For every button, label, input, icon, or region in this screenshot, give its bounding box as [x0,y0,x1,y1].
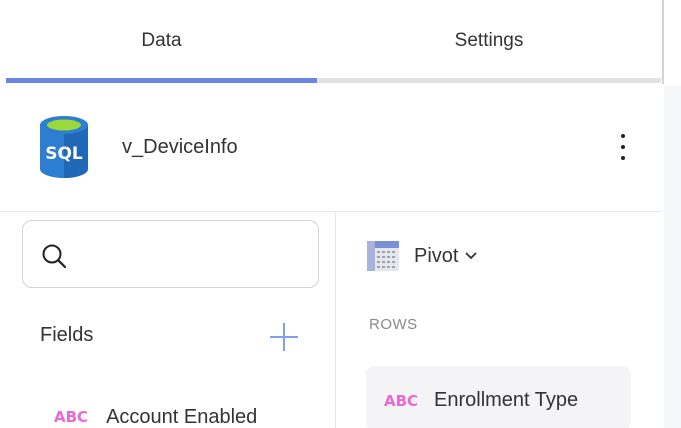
search-icon [42,244,67,269]
section-divider [0,211,662,212]
string-type-badge: ABC [54,408,89,426]
column-divider [335,212,336,428]
tab-settings[interactable]: Settings [317,0,661,84]
string-type-badge: ABC [384,392,419,410]
pivot-label: Pivot [414,244,459,267]
rows-section-label: ROWS [369,316,418,333]
kebab-menu-icon[interactable] [612,132,634,162]
active-tab-indicator [6,78,317,83]
chevron-down-icon [465,252,478,260]
plus-icon[interactable] [268,321,300,353]
tab-bar: Data Settings [0,0,663,84]
tab-settings-label: Settings [454,30,524,51]
row-field-chip[interactable]: ABC Enrollment Type [366,366,631,428]
search-input[interactable] [22,220,319,288]
row-field-name: Enrollment Type [434,389,579,411]
pivot-dropdown[interactable]: Pivot [366,238,478,274]
right-gutter-top [664,0,681,86]
data-source-name[interactable]: v_DeviceInfo [122,136,238,159]
field-name: Account Enabled [106,405,258,428]
fields-heading: Fields [40,324,94,346]
sql-icon-text: SQL [45,144,83,164]
tab-data[interactable]: Data [6,0,317,84]
pivot-table-icon [367,241,399,271]
sql-database-icon: SQL [40,116,88,178]
right-gutter [664,86,681,428]
tab-data-label: Data [141,30,182,51]
field-item[interactable]: ABC Account Enabled [54,404,257,428]
tab-track [317,78,661,83]
